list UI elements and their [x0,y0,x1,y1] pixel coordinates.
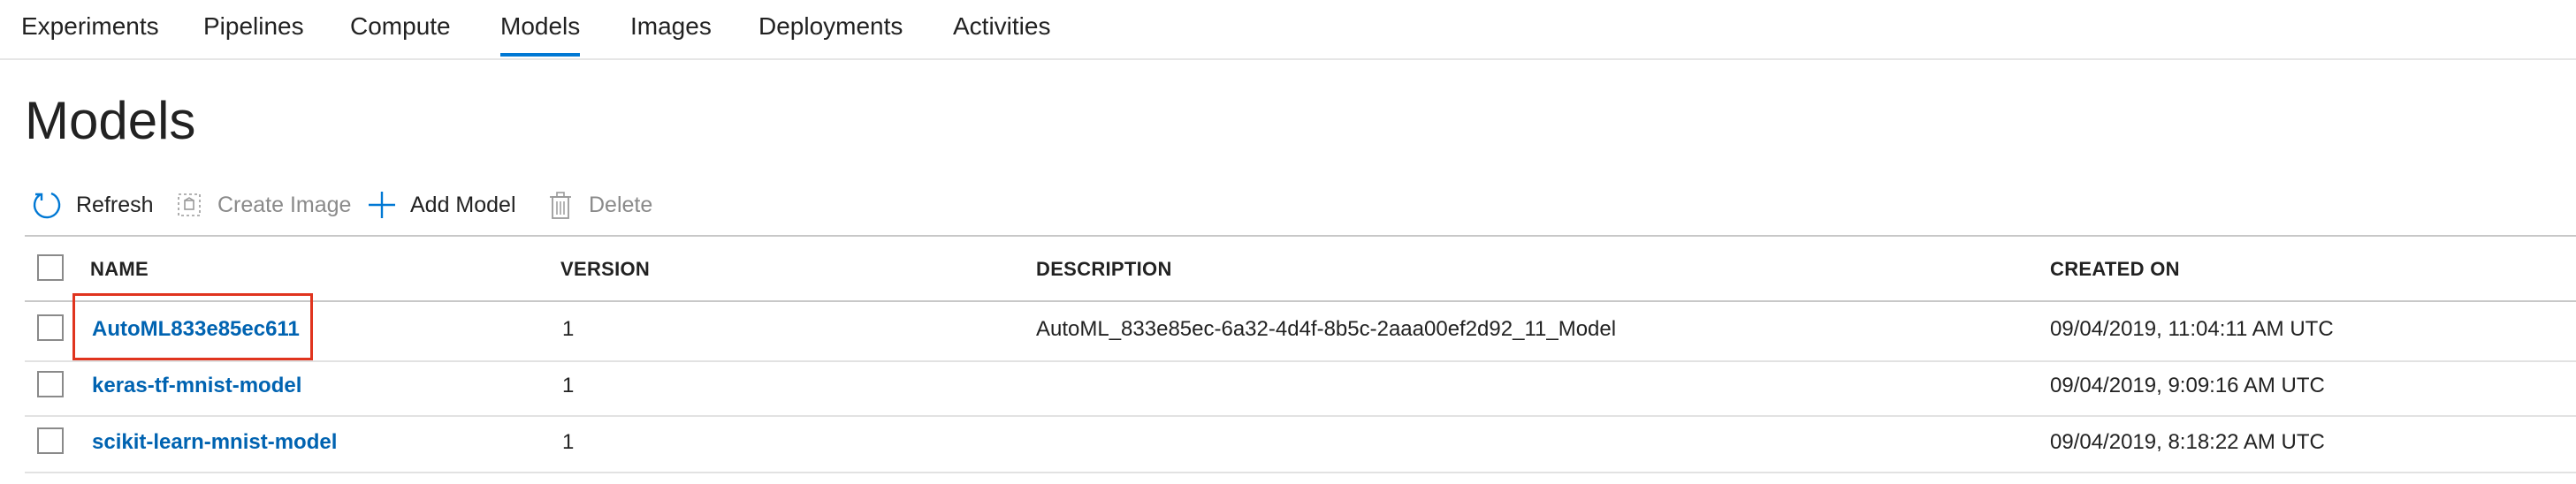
column-header-name[interactable]: NAME [90,258,149,281]
tab-experiments[interactable]: Experiments [21,12,159,41]
plus-icon [366,189,398,221]
create-image-icon [173,189,205,221]
model-name-link[interactable]: AutoML833e85ec611 [92,317,300,342]
tab-pipelines[interactable]: Pipelines [203,12,304,41]
model-name-link[interactable]: scikit-learn-mnist-model [92,430,337,455]
refresh-button[interactable]: Refresh [32,187,154,223]
row-checkbox[interactable] [37,314,64,341]
model-description: AutoML_833e85ec-6a32-4d4f-8b5c-2aaa00ef2… [1036,317,1617,341]
model-name-link[interactable]: keras-tf-mnist-model [92,374,301,398]
column-header-description[interactable]: DESCRIPTION [1036,258,1172,281]
refresh-label: Refresh [76,192,154,217]
column-header-version[interactable]: VERSION [560,258,650,281]
tab-activities[interactable]: Activities [953,12,1050,41]
row-divider [25,415,2576,417]
row-divider [25,360,2576,362]
delete-label: Delete [589,192,653,217]
create-image-label: Create Image [217,192,352,217]
tab-models[interactable]: Models [500,12,581,57]
refresh-icon [32,189,64,221]
tab-compute[interactable]: Compute [350,12,451,41]
delete-button[interactable]: Delete [545,187,652,223]
column-header-created-on[interactable]: CREATED ON [2050,258,2180,281]
top-nav: Experiments Pipelines Compute Models Ima… [0,0,2576,60]
select-all-checkbox[interactable] [37,254,64,281]
row-checkbox[interactable] [37,427,64,454]
model-version: 1 [562,374,575,397]
model-created-on: 09/04/2019, 9:09:16 AM UTC [2050,374,2325,397]
model-version: 1 [562,317,575,341]
add-model-label: Add Model [410,192,516,217]
model-created-on: 09/04/2019, 8:18:22 AM UTC [2050,430,2325,454]
tab-deployments[interactable]: Deployments [758,12,903,41]
model-created-on: 09/04/2019, 11:04:11 AM UTC [2050,317,2334,341]
trash-icon [545,189,576,221]
create-image-button[interactable]: Create Image [173,187,351,223]
header-divider [25,300,2576,302]
row-checkbox[interactable] [37,371,64,397]
page-title: Models [25,91,196,150]
row-divider [25,472,2576,473]
add-model-button[interactable]: Add Model [366,187,516,223]
model-version: 1 [562,430,575,454]
tab-images[interactable]: Images [630,12,712,41]
table-top-divider [25,235,2576,237]
